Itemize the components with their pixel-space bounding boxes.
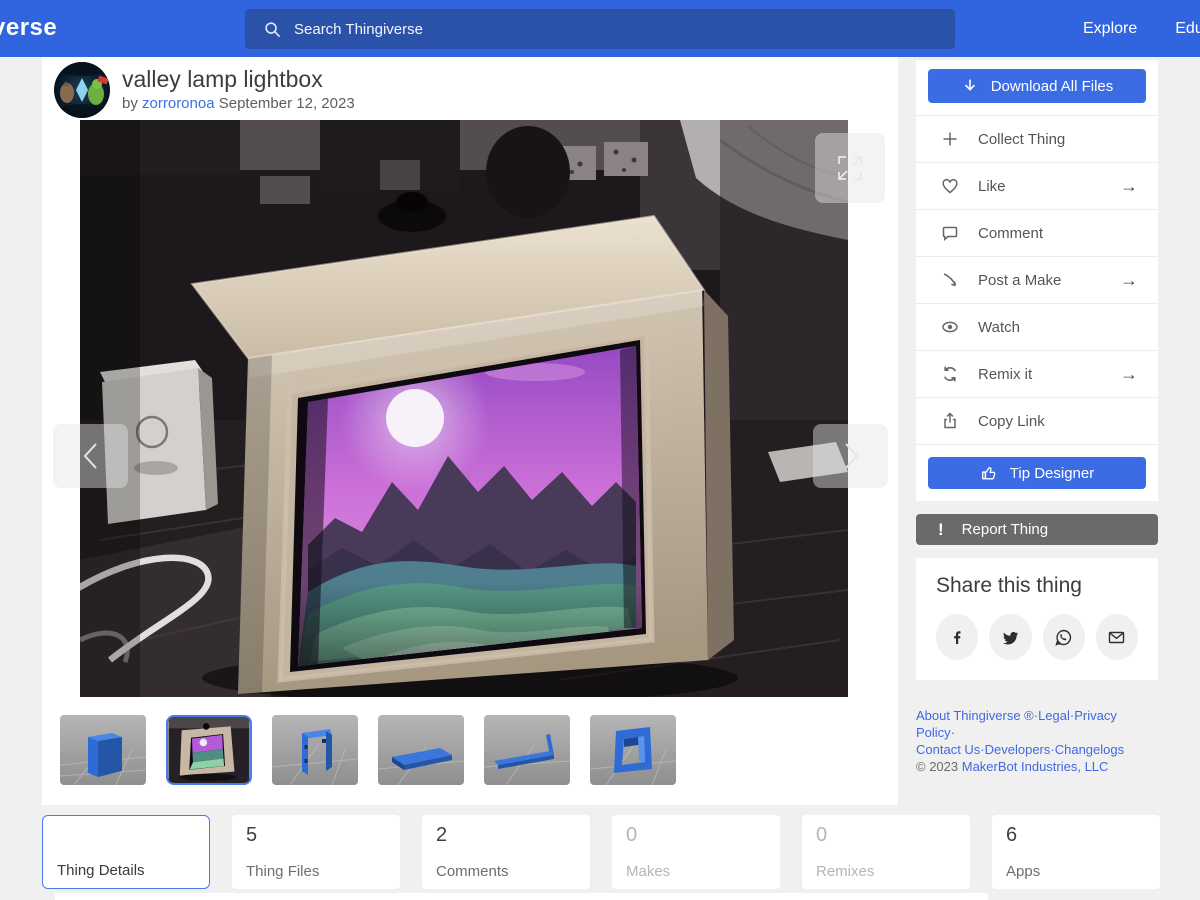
report-thing-button[interactable]: ! Report Thing — [916, 514, 1158, 545]
download-all-files-button[interactable]: Download All Files — [928, 69, 1146, 103]
heart-icon — [940, 176, 960, 196]
thingiverse-page: verse Explore Education — [0, 0, 1200, 900]
byline-prefix: by — [122, 95, 138, 112]
tab-thing-details[interactable]: Thing Details — [42, 815, 210, 889]
nav-link-explore[interactable]: Explore — [1083, 20, 1137, 38]
moon — [386, 389, 444, 447]
tab-makes[interactable]: 0 Makes — [612, 815, 780, 889]
thumbnail-render-long-strip[interactable] — [484, 715, 570, 785]
watch-action[interactable]: Watch — [916, 303, 1158, 350]
site-footer: About Thingiverse ®·Legal·Privacy Policy… — [916, 707, 1158, 775]
expand-image-button[interactable] — [815, 133, 885, 203]
byline: by zorroronoa September 12, 2023 — [122, 95, 355, 112]
author-link[interactable]: zorroronoa — [142, 95, 215, 112]
thumbnail-render-bracket[interactable] — [272, 715, 358, 785]
post-a-make-action[interactable]: Post a Make → — [916, 256, 1158, 303]
company-link[interactable]: MakerBot Industries, LLC — [962, 759, 1109, 774]
thumbnail-strip — [60, 715, 676, 785]
share-facebook-button[interactable] — [936, 614, 978, 660]
thing-tabs: Thing Details 5 Thing Files 2 Comments 0… — [42, 815, 1160, 889]
copyright-text: © 2023 — [916, 759, 958, 774]
arrow-right-icon: → — [1120, 364, 1138, 385]
exclamation-icon: ! — [938, 520, 944, 540]
footer-links-line2[interactable]: Contact Us·Developers·Changelogs — [916, 742, 1124, 757]
thumbnail-render-open-frame[interactable] — [590, 715, 676, 785]
valley-lightbox-photo — [80, 120, 848, 697]
eye-icon — [940, 317, 960, 337]
tab-comments[interactable]: 2 Comments — [422, 815, 590, 889]
arrow-right-icon: → — [1120, 270, 1138, 291]
like-action[interactable]: Like → — [916, 162, 1158, 209]
copy-link-action[interactable]: Copy Link — [916, 397, 1158, 444]
chevron-left-icon — [78, 439, 104, 473]
tab-remixes[interactable]: 0 Remixes — [802, 815, 970, 889]
tab-apps[interactable]: 6 Apps — [992, 815, 1160, 889]
gallery-prev-button[interactable] — [53, 424, 128, 488]
share-card: Share this thing — [916, 558, 1158, 680]
search-bar[interactable] — [245, 9, 955, 49]
nav-links: Explore Education — [1083, 0, 1200, 57]
thumbnail-render-solid-box[interactable] — [60, 715, 146, 785]
thumbs-up-icon — [980, 464, 998, 482]
email-icon — [1106, 627, 1127, 648]
thumbnail-photo-lightbox[interactable] — [166, 715, 252, 785]
avatar[interactable] — [54, 62, 110, 118]
gallery-next-button[interactable] — [813, 424, 888, 488]
share-email-button[interactable] — [1096, 614, 1138, 660]
main-image — [80, 120, 848, 697]
pen-icon — [940, 270, 960, 290]
action-sidebar: Download All Files Collect Thing Like → … — [916, 60, 1158, 775]
thingiverse-logo[interactable]: verse — [0, 14, 57, 42]
remix-it-action[interactable]: Remix it → — [916, 350, 1158, 397]
share-link-icon — [940, 411, 960, 431]
download-icon — [961, 77, 979, 95]
thumbnail-render-flat-panel[interactable] — [378, 715, 464, 785]
footer-links-line1[interactable]: About Thingiverse ®·Legal·Privacy Policy… — [916, 708, 1117, 740]
tip-designer-button[interactable]: Tip Designer — [928, 457, 1146, 489]
details-panel-top — [55, 893, 988, 900]
thing-title: valley lamp lightbox — [122, 66, 323, 93]
whatsapp-icon — [1053, 627, 1074, 648]
plus-icon — [940, 129, 960, 149]
share-whatsapp-button[interactable] — [1043, 614, 1085, 660]
facebook-icon — [947, 627, 967, 647]
search-icon — [263, 20, 282, 39]
comment-icon — [940, 223, 960, 243]
arrow-right-icon: → — [1120, 176, 1138, 197]
expand-icon — [830, 148, 870, 188]
share-title: Share this thing — [936, 574, 1138, 598]
thing-header: valley lamp lightbox by zorroronoa Septe… — [42, 57, 898, 120]
nav-link-education[interactable]: Education — [1175, 20, 1200, 38]
comment-action[interactable]: Comment — [916, 209, 1158, 256]
remix-icon — [940, 364, 960, 384]
thing-main-card: valley lamp lightbox by zorroronoa Septe… — [42, 57, 898, 805]
chevron-right-icon — [838, 439, 864, 473]
twitter-icon — [1000, 627, 1020, 647]
tab-thing-files[interactable]: 5 Thing Files — [232, 815, 400, 889]
share-twitter-button[interactable] — [989, 614, 1031, 660]
search-input[interactable] — [294, 21, 894, 38]
top-navbar: verse Explore Education — [0, 0, 1200, 57]
collect-thing-action[interactable]: Collect Thing — [916, 115, 1158, 162]
publish-date: September 12, 2023 — [219, 95, 355, 112]
